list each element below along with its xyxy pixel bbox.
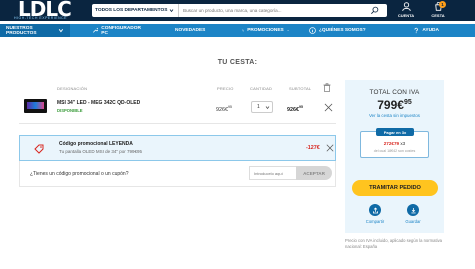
download-icon — [407, 204, 419, 216]
view-without-tax-link[interactable]: Ver la cesta sin impuestos — [345, 113, 444, 118]
installments-box[interactable]: Pagar en 3x 272€79 x3 del cual 18€42 son… — [360, 128, 429, 158]
percent-icon — [242, 29, 245, 32]
account-button[interactable]: CUENTA — [394, 1, 418, 21]
cart-button[interactable]: 1 CESTA — [426, 1, 450, 21]
ldlc-logo[interactable]: LDLC HIGH-TECH EXPERIENCE — [14, 0, 76, 21]
promo-applied-box: Código promocional LEYENDA Tu pantalla O… — [19, 135, 336, 161]
promo-description: Tu pantalla OLED MSI de 34" por 799€95 — [59, 149, 142, 154]
summary-title: TOTAL CON IVA — [369, 89, 420, 96]
coupon-row: ¿Tienes un código promocional o un cupón… — [19, 161, 336, 187]
question-icon — [414, 27, 418, 34]
tag-icon — [34, 144, 44, 154]
search-icon — [370, 6, 378, 14]
wrench-icon — [92, 27, 99, 33]
promo-title: Código promocional LEYENDA — [59, 141, 133, 147]
column-subtotal: SUBTOTAL — [289, 86, 312, 91]
user-icon — [401, 2, 411, 12]
nav-our-products[interactable]: NUESTROS PRODUCTOS — [0, 24, 70, 37]
coupon-label: ¿Tienes un código promocional o un cupón… — [30, 171, 129, 177]
trash-icon[interactable] — [323, 83, 331, 92]
top-bar: LDLC HIGH-TECH EXPERIENCE TODOS LOS DEPA… — [0, 0, 475, 21]
nav-label: NOVEDADES — [175, 28, 206, 33]
nav-about-us[interactable]: ¿QUIÉNES SOMOS? — [295, 24, 385, 37]
chevron-down-icon — [58, 29, 64, 33]
search-button[interactable] — [361, 4, 387, 17]
nav-label: NUESTROS PRODUCTOS — [6, 25, 37, 36]
search-input[interactable] — [178, 4, 361, 17]
remove-promo-icon[interactable] — [326, 144, 334, 152]
share-button[interactable]: Compartir — [360, 204, 390, 224]
cart-label: CESTA — [431, 13, 445, 18]
row-divider — [19, 123, 336, 124]
chevron-down-icon — [265, 105, 270, 109]
column-quantity: CANTIDAD — [250, 86, 273, 91]
tax-legal-note: Precio con IVA incluido, aplicado según … — [345, 238, 442, 250]
nav-label: CONFIGURADOR PC — [101, 25, 141, 36]
product-image[interactable] — [24, 99, 47, 113]
quantity-select[interactable]: 1 — [251, 101, 273, 113]
product-subtotal: 926€95 — [287, 105, 303, 113]
remove-item-icon[interactable] — [324, 103, 333, 112]
chevron-down-icon — [287, 29, 289, 32]
installments-amount: 272€79 x3 — [383, 141, 406, 146]
installments-header: Pagar en 3x — [376, 128, 414, 136]
page-title: TU CESTA: — [217, 59, 258, 66]
chevron-down-icon — [170, 9, 174, 13]
product-name[interactable]: MSI 34" LED - MEG 342C QD-OLED — [57, 100, 140, 106]
departments-dropdown[interactable]: TODOS LOS DEPARTAMENTOS — [92, 4, 178, 17]
column-price: PRECIO — [217, 86, 234, 91]
save-label: Guardar — [405, 219, 421, 224]
account-label: CUENTA — [397, 13, 415, 18]
nav-pc-configurator[interactable]: CONFIGURADOR PC — [70, 24, 150, 37]
promo-discount: -127€ — [306, 145, 320, 151]
installments-note: del cual 18€42 son costes — [373, 149, 416, 153]
departments-label: TODOS LOS DEPARTAMENTOS — [95, 8, 168, 13]
share-icon — [369, 204, 381, 216]
column-designation: DESIGNACIÓN — [57, 86, 88, 91]
product-price: 926€95 — [216, 105, 232, 113]
nav-news[interactable]: NOVEDADES — [150, 24, 210, 37]
nav-help[interactable]: AYUDA — [385, 24, 445, 37]
info-icon — [309, 27, 316, 34]
apply-coupon-button[interactable]: ACEPTAR — [296, 166, 332, 180]
order-summary: TOTAL CON IVA 799€95 Ver la cesta sin im… — [345, 80, 444, 233]
stock-status: DISPONIBLE — [57, 108, 83, 113]
nav-promotions[interactable]: PROMOCIONES — [210, 24, 295, 37]
main-nav: NUESTROS PRODUCTOS CONFIGURADOR PC NOVED… — [0, 24, 475, 37]
checkout-button[interactable]: TRAMITAR PEDIDO — [352, 180, 438, 196]
coupon-input[interactable] — [249, 166, 296, 180]
logo-tagline: HIGH-TECH EXPERIENCE — [14, 16, 67, 20]
quantity-value: 1 — [257, 104, 260, 110]
cart-item-row: MSI 34" LED - MEG 342C QD-OLED DISPONIBL… — [19, 95, 336, 119]
nav-label: ¿QUIÉNES SOMOS? — [319, 28, 366, 33]
cart-count-badge: 1 — [439, 1, 446, 8]
summary-total: 799€95 — [377, 98, 412, 112]
nav-label: PROMOCIONES — [247, 28, 284, 33]
nav-label: AYUDA — [422, 28, 439, 33]
save-button[interactable]: Guardar — [398, 204, 428, 224]
share-label: Compartir — [365, 219, 385, 224]
